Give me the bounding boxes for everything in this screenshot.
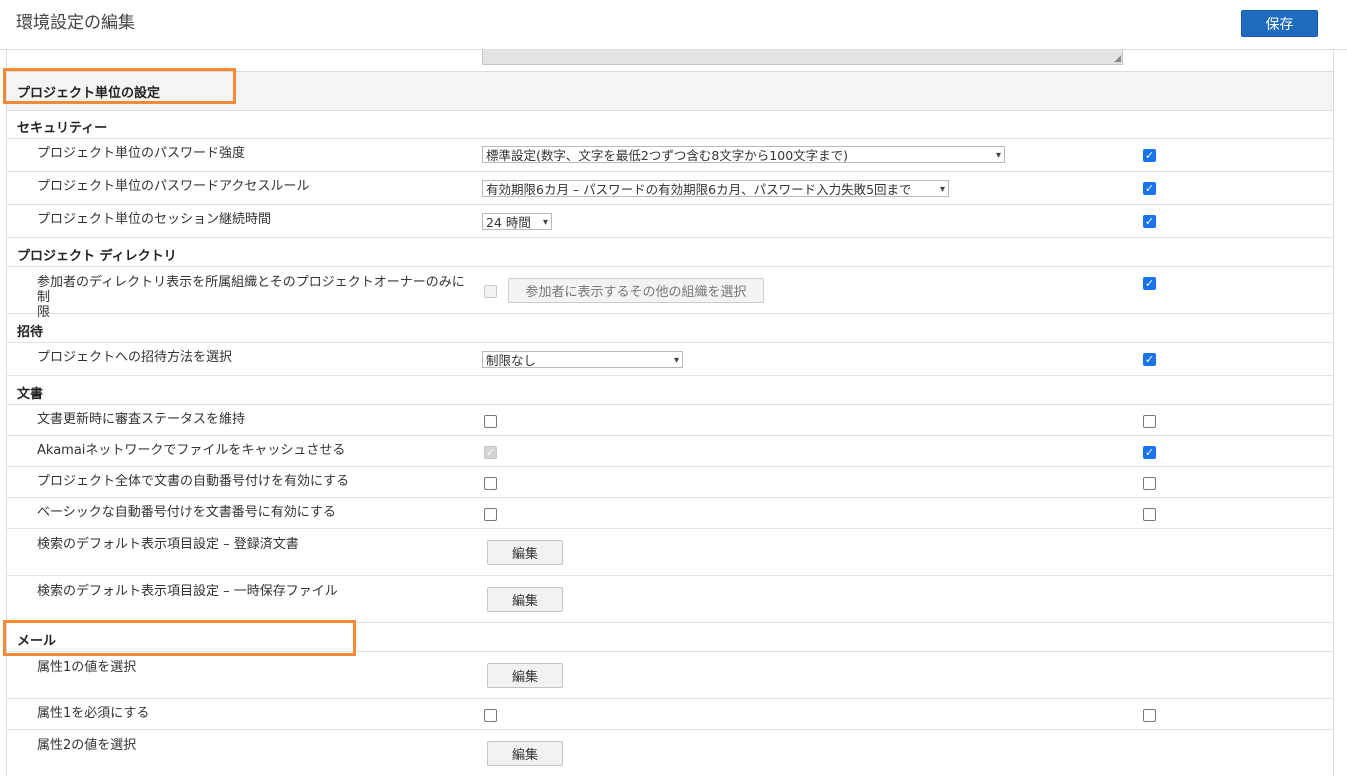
select-value: 24 時間	[486, 215, 531, 230]
setting-label: プロジェクト全体で文書の自動番号付けを有効にする	[37, 474, 350, 489]
resize-grip-icon[interactable]: ◢	[1114, 54, 1121, 64]
invite-method-select[interactable]: 制限なし ▾	[482, 351, 683, 368]
group-label-invite: 招待	[17, 325, 44, 340]
group-row-invite: 招待	[7, 314, 1333, 343]
setting-label: プロジェクト単位のパスワードアクセスルール	[37, 179, 310, 194]
directory-restrict-checkbox[interactable]	[484, 285, 497, 298]
keep-review-checkbox[interactable]	[484, 415, 497, 428]
override-checkbox[interactable]: ✓	[1143, 446, 1156, 459]
override-checkbox[interactable]	[1143, 415, 1156, 428]
setting-row-session: プロジェクト単位のセッション継続時間 24 時間 ▾ ✓	[7, 205, 1333, 238]
group-row-documents: 文書	[7, 376, 1333, 405]
setting-row-attr2-values: 属性2の値を選択 編集	[7, 730, 1333, 775]
checkmark-icon: ✓	[1144, 446, 1155, 459]
setting-label: プロジェクトへの招待方法を選択	[37, 350, 233, 365]
highlight-box-section	[3, 68, 236, 104]
save-button[interactable]: 保存	[1241, 10, 1318, 37]
checkmark-icon: ✓	[1144, 353, 1155, 366]
setting-label: 属性2の値を選択	[37, 738, 137, 753]
select-other-orgs-button[interactable]: 参加者に表示するその他の組織を選択	[508, 278, 764, 303]
settings-panel: ◢ プロジェクト単位の設定 セキュリティー プロジェクト単位のパスワード強度 標…	[6, 50, 1334, 776]
chevron-down-icon: ▾	[542, 217, 548, 228]
setting-label: Akamaiネットワークでファイルをキャッシュさせる	[37, 443, 346, 458]
setting-row-keep-review: 文書更新時に審査ステータスを維持	[7, 405, 1333, 436]
chevron-down-icon: ▾	[673, 355, 679, 366]
setting-row-password-access: プロジェクト単位のパスワードアクセスルール 有効期限6カ月 – パスワードの有効…	[7, 172, 1333, 205]
edit-button[interactable]: 編集	[487, 587, 563, 612]
checkmark-icon: ✓	[1144, 149, 1155, 162]
basic-number-checkbox[interactable]	[484, 508, 497, 521]
setting-row-akamai: Akamaiネットワークでファイルをキャッシュさせる ✓ ✓	[7, 436, 1333, 467]
setting-row-basic-number: ベーシックな自動番号付けを文書番号に有効にする	[7, 498, 1333, 529]
select-value: 有効期限6カ月 – パスワードの有効期限6カ月、パスワード入力失敗5回まで	[486, 182, 912, 197]
setting-label: 文書更新時に審査ステータスを維持	[37, 412, 246, 427]
setting-label: 検索のデフォルト表示項目設定 – 一時保存ファイル	[37, 584, 338, 599]
setting-row-directory-restrict: 参加者のディレクトリ表示を所属組織とそのプロジェクトオーナーのみに制 限 参加者…	[7, 267, 1333, 320]
select-value: 制限なし	[486, 353, 537, 368]
setting-label: ベーシックな自動番号付けを文書番号に有効にする	[37, 505, 336, 520]
override-checkbox[interactable]	[1143, 477, 1156, 490]
password-strength-select[interactable]: 標準設定(数字、文字を最低2つずつ含む8文字から100文字まで) ▾	[482, 146, 1005, 163]
edit-button[interactable]: 編集	[487, 663, 563, 688]
group-row-security: セキュリティー	[7, 110, 1333, 139]
setting-label: プロジェクト単位のパスワード強度	[37, 146, 246, 161]
setting-row-search-registered: 検索のデフォルト表示項目設定 – 登録済文書 編集	[7, 529, 1333, 576]
attr1-required-checkbox[interactable]	[484, 709, 497, 722]
setting-label: 属性1の値を選択	[37, 660, 137, 675]
setting-row-invite-method: プロジェクトへの招待方法を選択 制限なし ▾ ✓	[7, 343, 1333, 376]
setting-row-password-strength: プロジェクト単位のパスワード強度 標準設定(数字、文字を最低2つずつ含む8文字か…	[7, 139, 1333, 172]
password-access-select[interactable]: 有効期限6カ月 – パスワードの有効期限6カ月、パスワード入力失敗5回まで ▾	[482, 180, 949, 197]
override-checkbox[interactable]: ✓	[1143, 149, 1156, 162]
override-checkbox[interactable]	[1143, 709, 1156, 722]
select-value: 標準設定(数字、文字を最低2つずつ含む8文字から100文字まで)	[486, 148, 849, 163]
checkmark-icon: ✓	[1144, 277, 1155, 290]
override-checkbox[interactable]: ✓	[1143, 277, 1156, 290]
edit-button[interactable]: 編集	[487, 540, 563, 565]
akamai-checkbox[interactable]: ✓	[484, 446, 497, 459]
group-label-security: セキュリティー	[17, 121, 108, 136]
setting-label: 属性1を必須にする	[37, 706, 150, 721]
setting-row-auto-number: プロジェクト全体で文書の自動番号付けを有効にする	[7, 467, 1333, 498]
top-bar: 環境設定の編集 保存	[0, 0, 1347, 50]
override-checkbox[interactable]: ✓	[1143, 353, 1156, 366]
override-checkbox[interactable]	[1143, 508, 1156, 521]
checkmark-icon: ✓	[1144, 182, 1155, 195]
label-line1: 参加者のディレクトリ表示を所属組織とそのプロジェクトオーナーのみに制	[37, 275, 465, 305]
setting-row-search-temp: 検索のデフォルト表示項目設定 – 一時保存ファイル 編集	[7, 576, 1333, 623]
auto-number-checkbox[interactable]	[484, 477, 497, 490]
setting-label: 検索のデフォルト表示項目設定 – 登録済文書	[37, 537, 299, 552]
setting-row-attr1-values: 属性1の値を選択 編集	[7, 652, 1333, 699]
chevron-down-icon: ▾	[995, 150, 1001, 161]
override-checkbox[interactable]: ✓	[1143, 182, 1156, 195]
group-label-directory: プロジェクト ディレクトリ	[17, 249, 177, 264]
checkmark-icon: ✓	[1144, 215, 1155, 228]
checkmark-icon: ✓	[485, 446, 496, 459]
setting-row-attr1-required: 属性1を必須にする	[7, 699, 1333, 730]
page-title: 環境設定の編集	[16, 13, 135, 33]
override-checkbox[interactable]: ✓	[1143, 215, 1156, 228]
highlight-box-mail	[3, 620, 356, 656]
group-row-directory: プロジェクト ディレクトリ	[7, 238, 1333, 267]
group-label-documents: 文書	[17, 387, 44, 402]
chevron-down-icon: ▾	[939, 184, 945, 195]
edit-button[interactable]: 編集	[487, 741, 563, 766]
setting-label: プロジェクト単位のセッション継続時間	[37, 212, 272, 227]
textarea-bottom[interactable]: ◢	[482, 50, 1123, 65]
session-select[interactable]: 24 時間 ▾	[482, 213, 552, 230]
